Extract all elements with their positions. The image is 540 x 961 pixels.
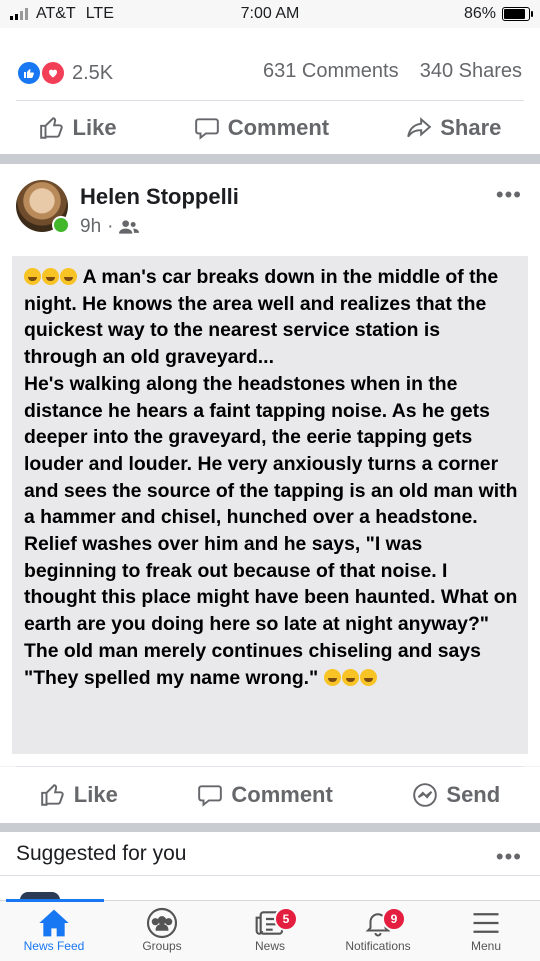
like-button[interactable]: Like <box>40 782 118 808</box>
reaction-summary[interactable]: 2.5K <box>16 60 113 86</box>
home-icon <box>39 909 69 937</box>
menu-icon <box>473 913 499 933</box>
tab-menu[interactable]: Menu <box>432 907 540 953</box>
notification-badge: 9 <box>382 907 406 931</box>
tab-label: Menu <box>470 939 502 953</box>
messenger-icon <box>413 783 438 807</box>
like-label: Like <box>72 115 117 140</box>
feed-separator <box>0 823 540 832</box>
notification-badge: 5 <box>274 907 298 931</box>
engagement-counts: 631 Comments 340 Shares <box>263 60 522 83</box>
feed-separator <box>0 154 540 164</box>
laughing-emoji-icon <box>24 268 41 285</box>
share-button[interactable]: Share <box>406 115 501 141</box>
post-author[interactable]: Helen Stoppelli <box>80 184 239 210</box>
post-paragraph: The old man merely continues chiseling a… <box>24 638 518 691</box>
laughing-emoji-icon <box>359 668 377 686</box>
tab-label: Groups <box>142 939 182 953</box>
post-paragraph: Relief washes over him and he says, "I w… <box>24 533 518 636</box>
bottom-tab-bar: News Feed Groups 5 News 9 Notifications … <box>0 899 540 961</box>
tab-label: News Feed <box>23 939 85 953</box>
share-icon <box>407 117 432 138</box>
send-button[interactable]: Send <box>412 782 500 808</box>
comment-button[interactable]: Comment <box>197 782 333 808</box>
battery-percent: 86% <box>463 5 496 22</box>
tab-label: Notifications <box>345 939 411 953</box>
tab-notifications[interactable]: 9 Notifications <box>324 907 432 953</box>
love-reaction-icon <box>40 60 66 86</box>
tab-label: News <box>254 939 285 953</box>
post-meta: 9h · <box>80 216 140 238</box>
post-paragraph: A man's car breaks down in the middle of… <box>24 264 518 371</box>
more-dots-icon[interactable]: ••• <box>496 182 522 208</box>
more-dots-icon[interactable]: ••• <box>496 844 522 870</box>
send-label: Send <box>446 782 501 807</box>
previous-post-footer: 2.5K 631 Comments 340 Shares Like Commen… <box>0 28 540 154</box>
comment-icon <box>194 118 219 140</box>
friends-icon <box>119 220 140 234</box>
comment-button[interactable]: Comment <box>194 115 329 141</box>
status-bar: AT&T LTE 7:00 AM 86% <box>0 0 540 28</box>
reaction-count: 2.5K <box>72 61 114 84</box>
tab-groups[interactable]: Groups <box>108 907 216 953</box>
battery-icon <box>502 7 533 21</box>
shares-count[interactable]: 340 Shares <box>420 60 522 82</box>
meta-separator: · <box>107 216 114 237</box>
online-indicator <box>52 216 70 234</box>
post-body: A man's car breaks down in the middle of… <box>12 256 528 754</box>
like-label: Like <box>73 782 118 807</box>
thumbs-up-icon <box>39 117 63 139</box>
battery-status: 86% <box>463 5 533 23</box>
thumbs-up-icon <box>40 784 64 806</box>
post-text: The old man merely continues chiseling a… <box>24 639 481 689</box>
laughing-emoji-icon <box>341 668 359 686</box>
post-actions: Like Comment Send <box>0 767 540 823</box>
previous-post-actions: Like Comment Share <box>0 100 540 156</box>
groups-icon <box>146 907 178 939</box>
share-label: Share <box>440 115 502 140</box>
like-reaction-icon <box>16 60 42 86</box>
laughing-emoji-icon <box>42 268 59 285</box>
post-text: A man's car breaks down in the middle of… <box>24 266 499 369</box>
post-time[interactable]: 9h <box>80 216 101 238</box>
suggested-title: Suggested for you <box>16 842 187 865</box>
comment-label: Comment <box>227 115 330 140</box>
comment-icon <box>198 785 223 807</box>
tab-news[interactable]: 5 News <box>216 907 324 953</box>
tab-news-feed[interactable]: News Feed <box>0 907 108 953</box>
laughing-emoji-icon <box>323 668 341 686</box>
comment-label: Comment <box>231 782 333 807</box>
comments-count[interactable]: 631 Comments <box>263 60 399 82</box>
clock: 7:00 AM <box>240 5 300 22</box>
active-tab-indicator <box>6 899 104 902</box>
suggested-content-peek <box>0 876 540 900</box>
like-button[interactable]: Like <box>39 115 117 141</box>
post-paragraph: He's walking along the headstones when i… <box>24 372 518 529</box>
laughing-emoji-icon <box>60 268 77 285</box>
